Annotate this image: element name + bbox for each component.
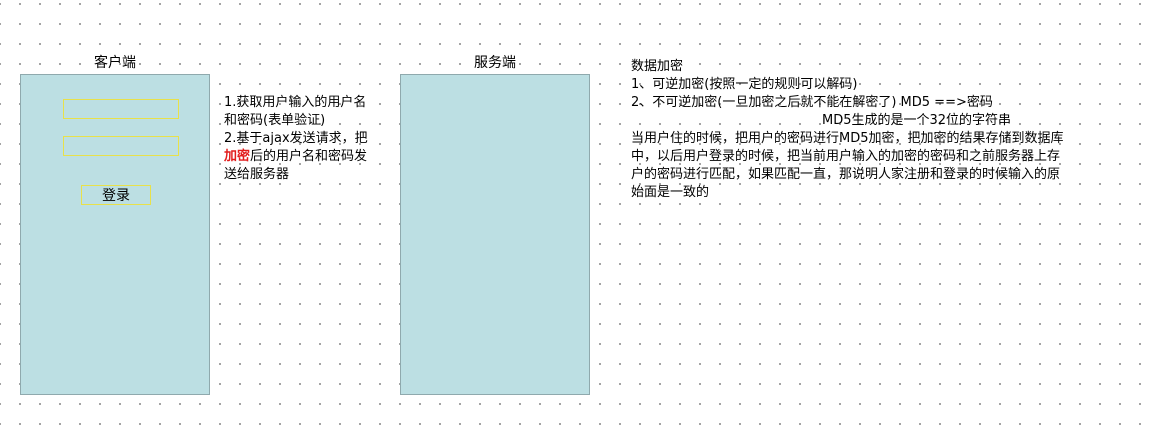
username-field[interactable] <box>63 99 179 119</box>
password-field[interactable] <box>63 136 179 156</box>
login-button[interactable]: 登录 <box>81 185 151 205</box>
notes-item-1: 1、可逆加密(按照一定的规则可以解码) <box>631 77 858 92</box>
notes-para-1: 当用户住的时候，把用户的密码进行MD5加密，把加密的结果存储到数据库 <box>631 131 1064 146</box>
notes-para-3: 户的密码进行匹配，如果匹配一直，那说明人家注册和登录的时候输入的原 <box>631 167 1061 182</box>
client-title: 客户端 <box>94 55 136 71</box>
step-line-4: 加密后的用户名和密码发 <box>224 148 368 166</box>
step-line-2: 和密码(表单验证) <box>224 113 326 128</box>
encrypt-highlight: 加密 <box>224 149 251 164</box>
notes-item-2: 2、不可逆加密(一旦加密之后就不能在解密了) MD5 ==>密码 <box>631 95 993 110</box>
server-panel <box>400 74 590 395</box>
notes-para-2: 中，以后用户登录的时候，把当前用户输入的加密的密码和之前服务器上存 <box>631 149 1061 164</box>
step-description: 1.获取用户输入的用户名 和密码(表单验证) 2.基于ajax发送请求，把 加密… <box>224 94 368 184</box>
step-line-4-rest: 后的用户名和密码发 <box>250 149 368 164</box>
encryption-notes: 数据加密 1、可逆加密(按照一定的规则可以解码) 2、不可逆加密(一旦加密之后就… <box>631 58 1064 202</box>
server-title: 服务端 <box>474 55 516 71</box>
client-panel: 登录 <box>20 74 210 395</box>
notes-para-4: 始面是一致的 <box>631 185 710 200</box>
step-line-1: 1.获取用户输入的用户名 <box>224 95 367 110</box>
notes-heading: 数据加密 <box>631 59 684 74</box>
step-line-3: 2.基于ajax发送请求，把 <box>224 131 368 146</box>
md5-note: MD5生成的是一个32位的字符串 <box>822 113 1012 128</box>
step-line-5: 送给服务器 <box>224 167 290 182</box>
